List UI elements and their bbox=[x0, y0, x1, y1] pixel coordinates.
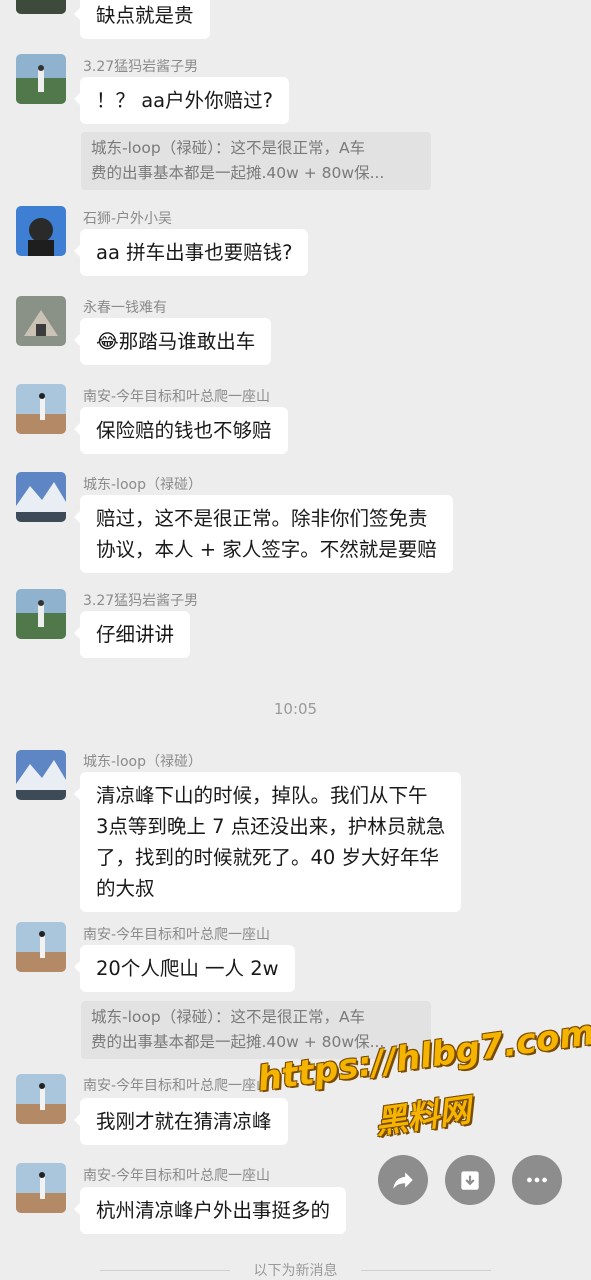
sender-name: 永春一钱难有 bbox=[83, 300, 167, 316]
message-text: 杭州清凉峰户外出事挺多的 bbox=[96, 1199, 331, 1222]
avatar[interactable] bbox=[16, 1074, 66, 1124]
sender-name: 城东-loop（禄碰） bbox=[83, 477, 202, 493]
message-bubble[interactable]: 保险赔的钱也不够赔 bbox=[74, 407, 288, 454]
avatar[interactable] bbox=[16, 384, 66, 434]
message-bubble[interactable]: aa 拼车出事也要赔钱? bbox=[73, 229, 309, 276]
download-icon bbox=[461, 1171, 479, 1190]
avatar[interactable] bbox=[16, 54, 66, 104]
message-text: 那踏马谁敢出车 bbox=[118, 330, 256, 353]
avatar[interactable] bbox=[16, 589, 66, 639]
save-button[interactable] bbox=[445, 1155, 495, 1205]
avatar[interactable] bbox=[16, 922, 66, 972]
timestamp: 10:05 bbox=[273, 700, 318, 718]
avatar[interactable] bbox=[16, 472, 66, 522]
avatar[interactable] bbox=[16, 0, 66, 14]
message-text: 我刚才就在猜清凉峰 bbox=[96, 1110, 272, 1133]
avatar[interactable] bbox=[16, 1163, 66, 1213]
message-bubble[interactable]: 赔过，这不是很正常。除非你们签免责 协议，本人 + 家人签字。不然就是要赔 bbox=[74, 495, 453, 573]
message-text: ！？ aa户外你赔过? bbox=[96, 89, 273, 112]
more-button[interactable] bbox=[512, 1155, 562, 1205]
quoted-message[interactable]: 城东-loop（禄碰）：这不是很正常，A车 费的出事基本都是一起摊.40w + … bbox=[81, 132, 431, 190]
new-messages-divider: 以下为新消息 bbox=[0, 1260, 591, 1280]
message-text: 20个人爬山 一人 2w bbox=[96, 957, 279, 980]
sender-name: 南安-今年目标和叶总爬一座山 bbox=[83, 927, 271, 943]
share-button[interactable] bbox=[378, 1155, 428, 1205]
sender-name: 石狮-户外小吴 bbox=[83, 211, 173, 227]
message-text: 清凉峰下山的时候，掉队。我们从下午 bbox=[96, 784, 428, 807]
message-text: aa 拼车出事也要赔钱? bbox=[96, 241, 293, 264]
share-icon bbox=[393, 1172, 413, 1189]
message-text: 保险赔的钱也不够赔 bbox=[96, 419, 272, 442]
message-text: 缺点就是贵 bbox=[96, 4, 194, 27]
laughing-emoji-icon: 😂 bbox=[96, 330, 119, 353]
sender-name: 南安-今年目标和叶总爬一座山 bbox=[83, 389, 271, 405]
quote-line: 费的出事基本都是一起摊.40w + 80w保... bbox=[91, 164, 385, 182]
message-bubble[interactable]: ！？ aa户外你赔过? bbox=[74, 77, 289, 124]
message-bubble[interactable]: 😂那踏马谁敢出车 bbox=[73, 318, 272, 365]
divider-label: 以下为新消息 bbox=[253, 1263, 338, 1279]
quote-line: 城东-loop（禄碰）：这不是很正常，A车 bbox=[91, 1008, 366, 1026]
message-bubble[interactable]: 仔细讲讲 bbox=[73, 611, 191, 658]
message-bubble[interactable]: 杭州清凉峰户外出事挺多的 bbox=[73, 1187, 347, 1234]
sender-name: 3.27猛犸岩酱子男 bbox=[83, 59, 199, 75]
sender-name: 南安-今年目标和叶总爬一座山 bbox=[83, 1078, 271, 1094]
sender-name: 城东-loop（禄碰） bbox=[83, 754, 202, 770]
message-text: 的大叔 bbox=[96, 877, 155, 900]
message-bubble[interactable]: 20个人爬山 一人 2w bbox=[74, 945, 295, 992]
message-text: 了，找到的时候就死了。40 岁大好年华 bbox=[96, 846, 440, 869]
sender-name: 南安-今年目标和叶总爬一座山 bbox=[83, 1168, 271, 1184]
message-text: 3点等到晚上 7 点还没出来，护林员就急 bbox=[96, 815, 446, 838]
quote-line: 城东-loop（禄碰）：这不是很正常，A车 bbox=[91, 139, 366, 157]
message-bubble[interactable]: 清凉峰下山的时候，掉队。我们从下午 3点等到晚上 7 点还没出来，护林员就急 了… bbox=[73, 772, 462, 912]
watermark-label: 黑料网 bbox=[372, 1090, 474, 1142]
divider-line bbox=[361, 1270, 491, 1271]
message-text: 仔细讲讲 bbox=[96, 623, 175, 646]
message-bubble[interactable]: 缺点就是贵 bbox=[74, 0, 210, 39]
message-text: 赔过，这不是很正常。除非你们签免责 bbox=[96, 507, 428, 530]
avatar[interactable] bbox=[16, 206, 66, 256]
sender-name: 3.27猛犸岩酱子男 bbox=[83, 593, 199, 609]
message-bubble[interactable]: 我刚才就在猜清凉峰 bbox=[74, 1098, 288, 1145]
avatar[interactable] bbox=[16, 750, 66, 800]
message-text: 协议，本人 + 家人签字。不然就是要赔 bbox=[96, 538, 437, 561]
avatar[interactable] bbox=[16, 296, 66, 346]
more-icon bbox=[527, 1177, 547, 1183]
